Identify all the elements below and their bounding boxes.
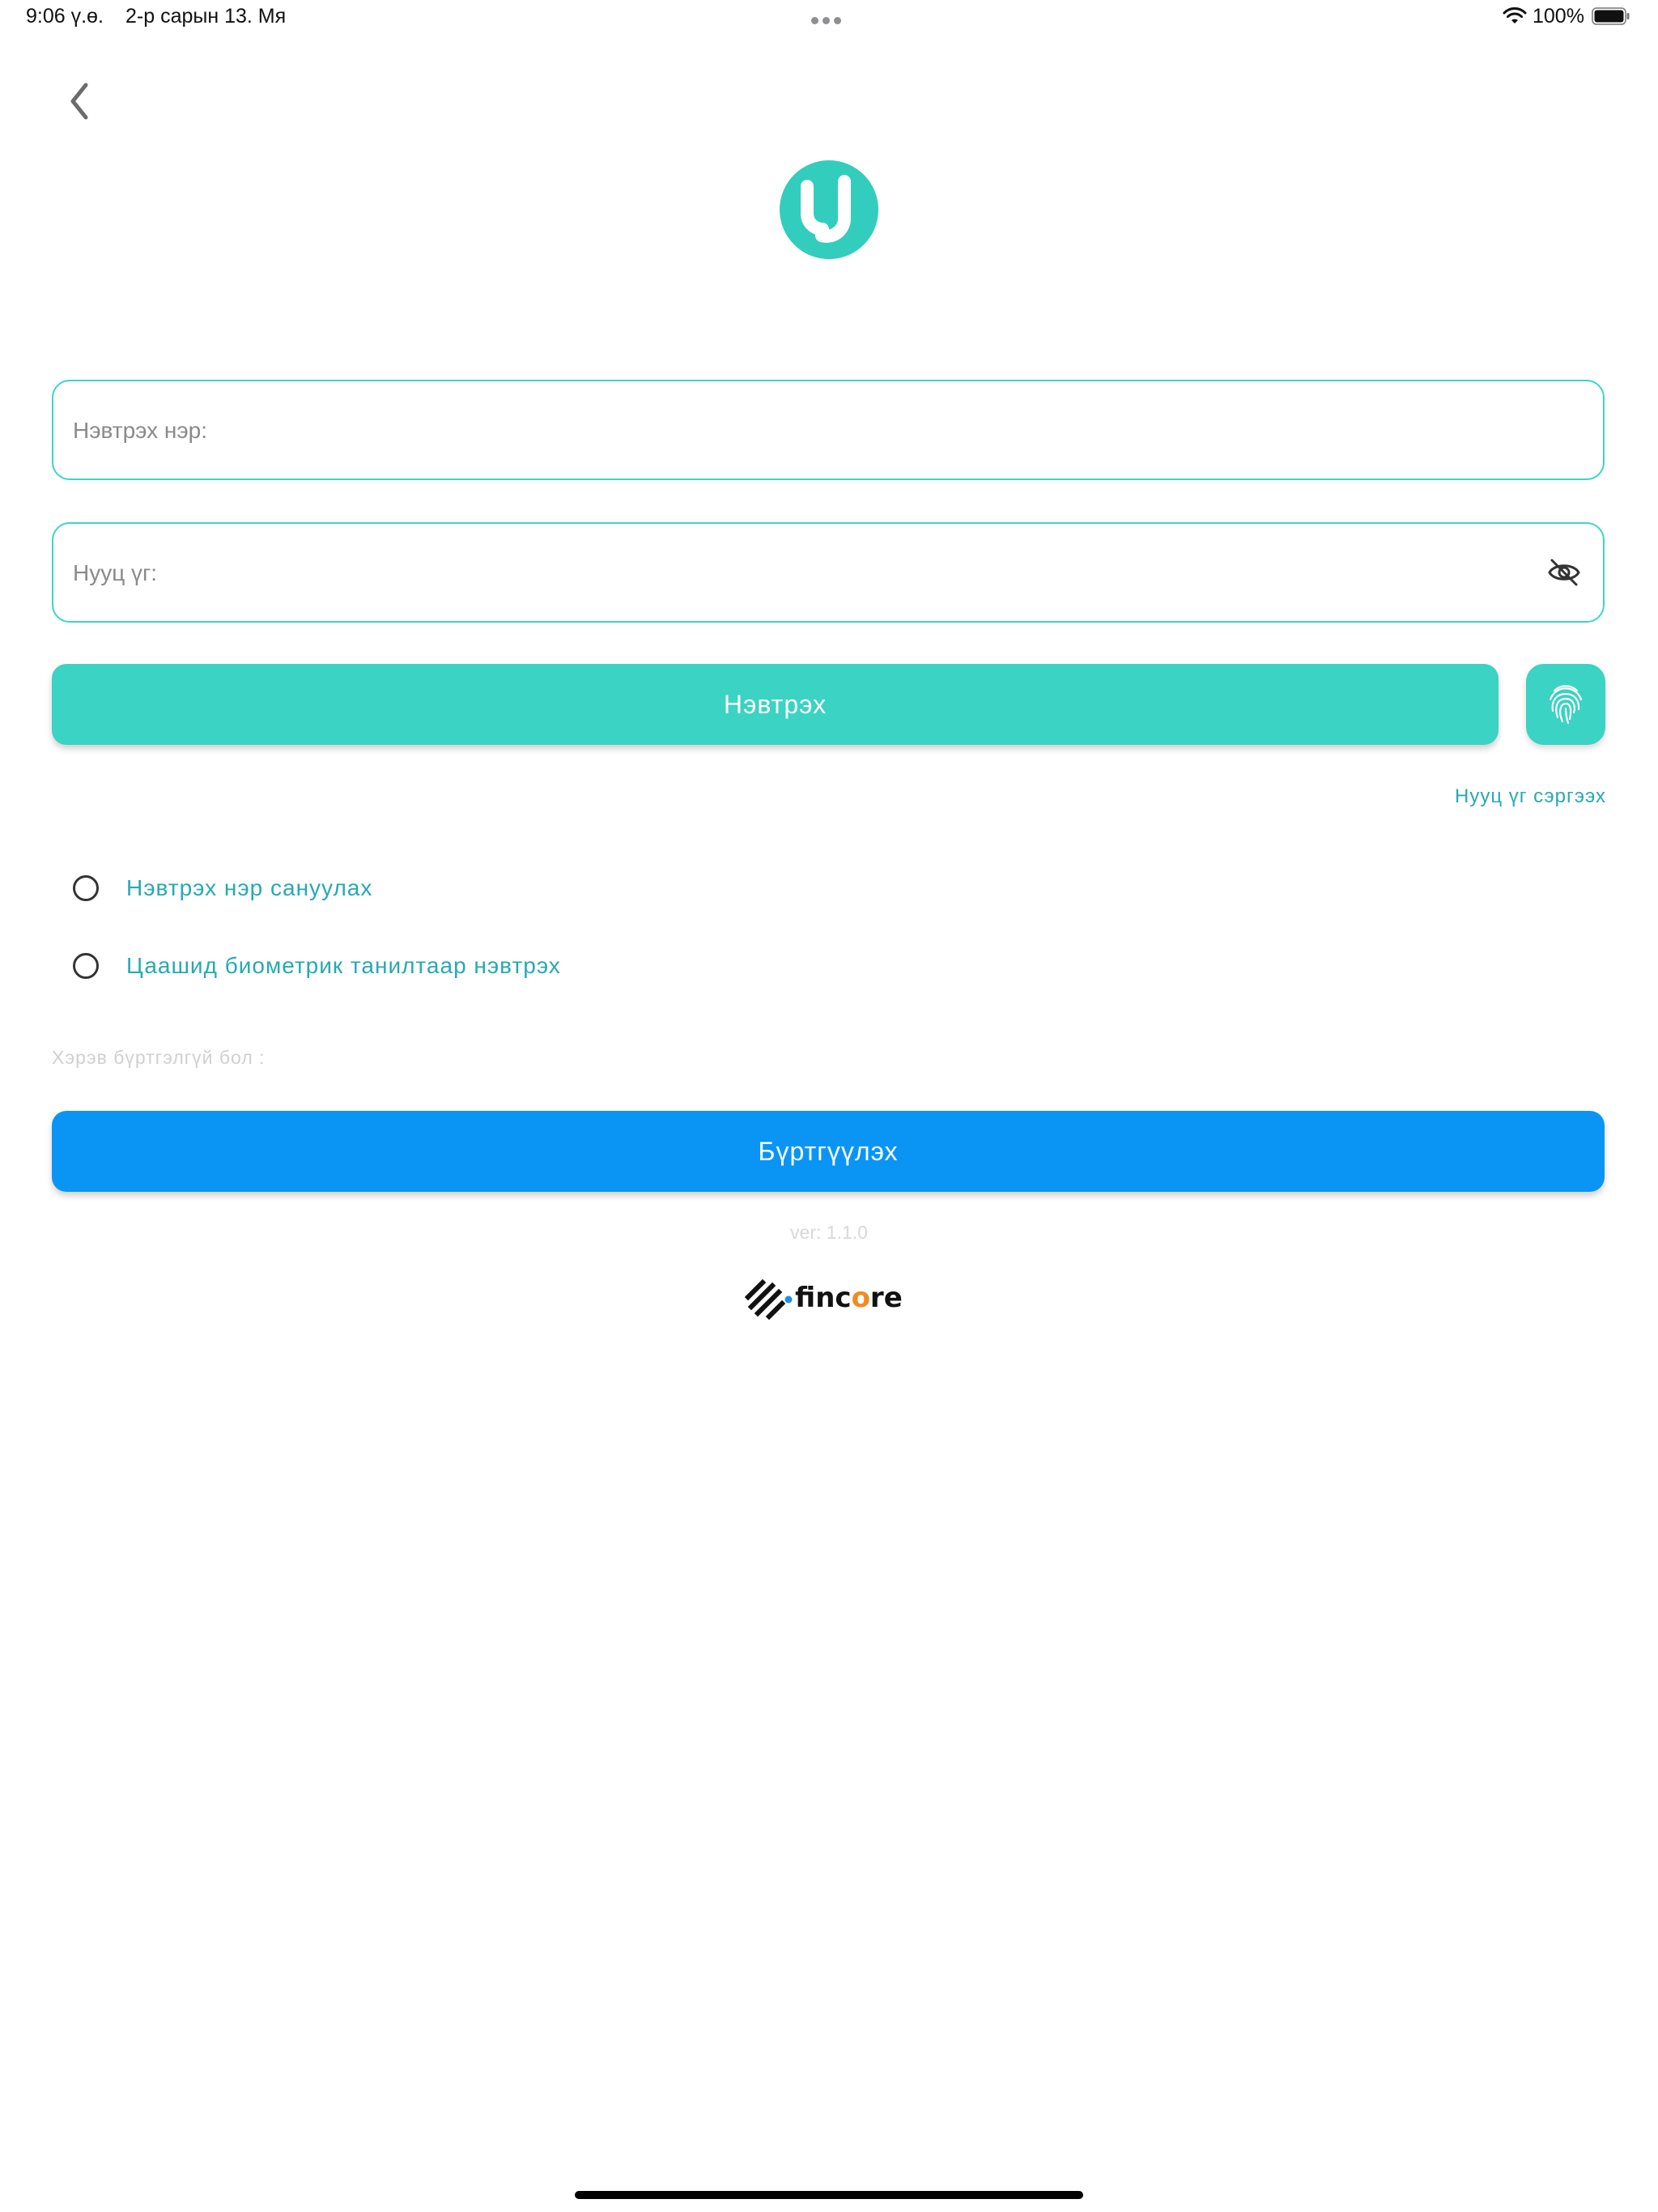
- fincore-prefix: finc: [795, 1282, 852, 1314]
- biometric-login-label: Цаашид биометрик танилтаар нэвтрэх: [126, 953, 561, 978]
- forgot-password-link[interactable]: Нууц үг сэргээх: [1455, 785, 1606, 808]
- password-field[interactable]: [52, 522, 1605, 623]
- fingerprint-button[interactable]: [1526, 664, 1605, 745]
- remember-username-option[interactable]: Нэвтрэх нэр сануулах: [73, 868, 372, 908]
- username-input[interactable]: [71, 381, 1516, 480]
- register-hint: Хэрэв бүртгэлгүй бол :: [52, 1047, 266, 1068]
- register-button[interactable]: Бүртгүүлэх: [52, 1111, 1605, 1192]
- home-indicator[interactable]: [575, 2191, 1083, 2199]
- fincore-accent: o: [852, 1282, 870, 1314]
- eye-off-icon[interactable]: [1546, 555, 1582, 590]
- fincore-logo: fincore: [744, 1270, 915, 1326]
- back-button[interactable]: [57, 77, 100, 125]
- battery-icon: [1592, 7, 1630, 25]
- app-logo: [780, 160, 878, 259]
- wifi-icon: [1503, 7, 1527, 23]
- login-button[interactable]: Нэвтрэх: [52, 664, 1499, 745]
- multitasking-dots-icon[interactable]: [811, 14, 847, 24]
- version-text: ver: 1.1.0: [790, 1222, 868, 1243]
- username-field[interactable]: [52, 380, 1605, 480]
- biometric-login-option[interactable]: Цаашид биометрик танилтаар нэвтрэх: [73, 946, 561, 986]
- password-input[interactable]: [71, 524, 1516, 623]
- battery-percent: 100%: [1533, 5, 1584, 28]
- remember-username-label: Нэвтрэх нэр сануулах: [126, 875, 373, 900]
- fingerprint-icon: [1549, 685, 1583, 725]
- chevron-left-icon: [70, 83, 88, 120]
- status-time: 9:06 ү.ө.: [26, 5, 104, 28]
- status-date: 2-р сарын 13. Мя: [125, 5, 287, 28]
- fincore-mark-icon: [744, 1278, 786, 1321]
- biometric-login-radio[interactable]: [73, 953, 99, 979]
- fincore-suffix: re: [870, 1282, 903, 1314]
- remember-username-radio[interactable]: [73, 875, 99, 901]
- svg-text:fincore: fincore: [795, 1282, 903, 1314]
